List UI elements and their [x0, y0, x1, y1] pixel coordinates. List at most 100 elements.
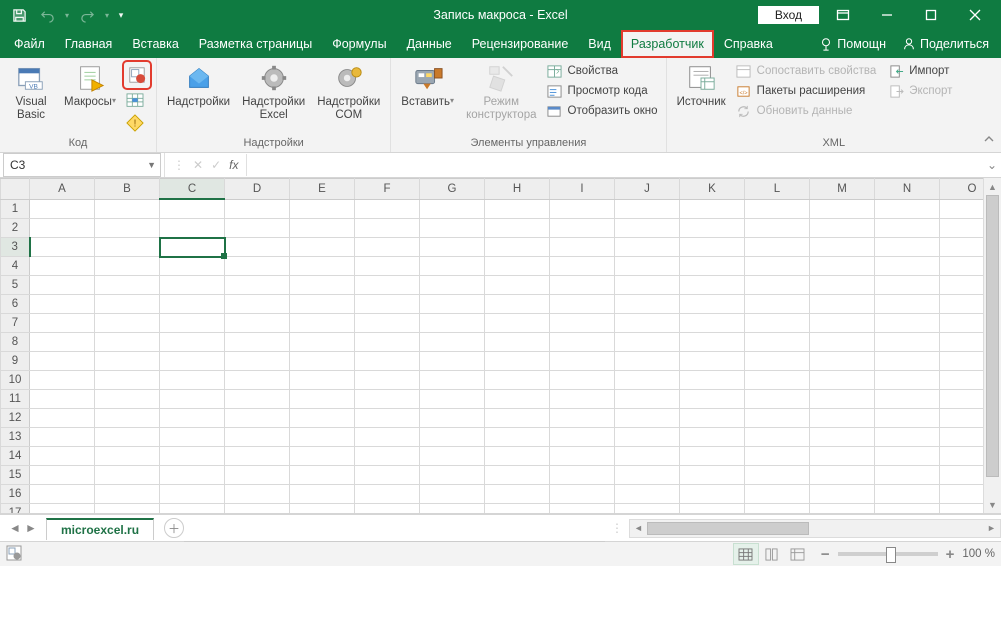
cell[interactable] [355, 295, 420, 314]
cell[interactable] [745, 257, 810, 276]
cell[interactable] [30, 295, 95, 314]
cell[interactable] [160, 466, 225, 485]
cell[interactable] [355, 447, 420, 466]
cell[interactable] [225, 447, 290, 466]
cell[interactable] [420, 371, 485, 390]
cell[interactable] [940, 352, 984, 371]
cell[interactable] [420, 352, 485, 371]
cell[interactable] [290, 466, 355, 485]
cell[interactable] [95, 314, 160, 333]
cell[interactable] [420, 199, 485, 219]
cell[interactable] [290, 314, 355, 333]
cell[interactable] [225, 371, 290, 390]
cell[interactable] [550, 333, 615, 352]
cell[interactable] [680, 276, 745, 295]
cell[interactable] [940, 371, 984, 390]
cell[interactable] [290, 257, 355, 276]
cell[interactable] [875, 409, 940, 428]
cell[interactable] [160, 257, 225, 276]
cell[interactable] [615, 295, 680, 314]
cell[interactable] [940, 199, 984, 219]
row-header[interactable]: 9 [1, 352, 30, 371]
cell[interactable] [290, 409, 355, 428]
cell[interactable] [745, 466, 810, 485]
signin-button[interactable]: Вход [758, 6, 819, 24]
cell[interactable] [745, 314, 810, 333]
column-header[interactable]: K [680, 179, 745, 200]
cell[interactable] [550, 199, 615, 219]
cell[interactable] [160, 428, 225, 447]
cell[interactable] [680, 295, 745, 314]
cell[interactable] [95, 257, 160, 276]
macro-record-status-icon[interactable] [6, 545, 22, 564]
undo-icon[interactable] [34, 3, 60, 27]
refresh-data-button[interactable]: Обновить данные [734, 102, 879, 120]
zoom-slider[interactable] [838, 552, 938, 556]
cell[interactable] [550, 276, 615, 295]
cell[interactable] [680, 428, 745, 447]
cell[interactable] [810, 257, 875, 276]
cell[interactable] [810, 333, 875, 352]
cell[interactable] [485, 295, 550, 314]
row-header[interactable]: 8 [1, 333, 30, 352]
row-header[interactable]: 6 [1, 295, 30, 314]
page-break-view-button[interactable] [785, 543, 811, 565]
cell[interactable] [550, 219, 615, 238]
cell[interactable] [485, 333, 550, 352]
cell[interactable] [875, 428, 940, 447]
cell[interactable] [550, 428, 615, 447]
cell[interactable] [940, 390, 984, 409]
cell[interactable] [810, 238, 875, 257]
cell[interactable] [420, 428, 485, 447]
cell[interactable] [940, 504, 984, 514]
cell[interactable] [160, 371, 225, 390]
cell[interactable] [95, 333, 160, 352]
cell[interactable] [875, 333, 940, 352]
cell[interactable] [225, 295, 290, 314]
cell[interactable] [30, 466, 95, 485]
cell[interactable] [95, 485, 160, 504]
cell[interactable] [225, 238, 290, 257]
column-header[interactable]: J [615, 179, 680, 200]
cell[interactable] [225, 390, 290, 409]
cell[interactable] [745, 333, 810, 352]
cell[interactable] [95, 352, 160, 371]
cell[interactable] [95, 466, 160, 485]
view-code-button[interactable]: Просмотр кода [545, 82, 660, 100]
cell[interactable] [745, 485, 810, 504]
cell[interactable] [680, 504, 745, 514]
cell[interactable] [420, 390, 485, 409]
cell[interactable] [680, 409, 745, 428]
cell[interactable] [550, 238, 615, 257]
cell[interactable] [290, 219, 355, 238]
cell[interactable] [30, 504, 95, 514]
tab-insert[interactable]: Вставка [122, 30, 188, 58]
row-header[interactable]: 7 [1, 314, 30, 333]
cell[interactable] [745, 390, 810, 409]
cell[interactable] [355, 409, 420, 428]
cell[interactable] [355, 199, 420, 219]
cell[interactable] [940, 428, 984, 447]
cell[interactable] [875, 238, 940, 257]
cell[interactable] [485, 199, 550, 219]
cell[interactable] [290, 333, 355, 352]
cell[interactable] [355, 257, 420, 276]
cell[interactable] [30, 428, 95, 447]
horizontal-scrollbar[interactable]: ◄ ► [629, 519, 1001, 538]
cell[interactable] [745, 371, 810, 390]
cell[interactable] [420, 276, 485, 295]
com-addins-button[interactable]: Надстройки COM [313, 60, 384, 124]
cell[interactable] [290, 295, 355, 314]
tab-developer[interactable]: Разработчик [621, 30, 714, 58]
cell[interactable] [680, 333, 745, 352]
cell[interactable] [355, 466, 420, 485]
cell[interactable] [95, 504, 160, 514]
column-header[interactable]: D [225, 179, 290, 200]
cell[interactable] [680, 447, 745, 466]
cell[interactable] [485, 466, 550, 485]
scroll-down-icon[interactable]: ▼ [984, 496, 1001, 513]
column-header[interactable]: F [355, 179, 420, 200]
cell[interactable] [485, 504, 550, 514]
scroll-right-icon[interactable]: ► [983, 523, 1000, 533]
row-header[interactable]: 1 [1, 199, 30, 219]
